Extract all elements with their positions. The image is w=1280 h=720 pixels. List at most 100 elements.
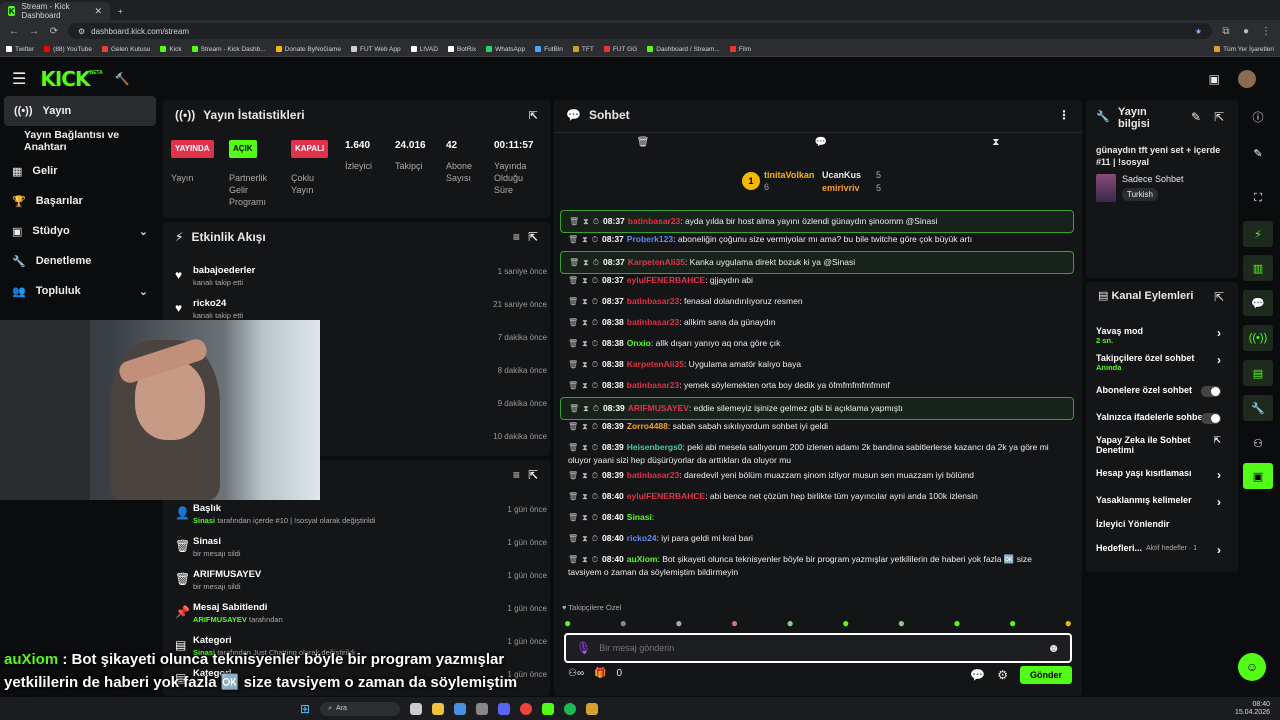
ai-moderation-row[interactable]: Yapay Zeka ile Sohbet Denetimi ⇱	[1096, 435, 1221, 455]
points-icon[interactable]: ⚇∞	[568, 668, 584, 679]
timeout-icon[interactable]: ⏱	[592, 235, 598, 244]
emotes-only-toggle[interactable]	[1201, 413, 1221, 424]
new-tab-button[interactable]: +	[110, 2, 131, 20]
bookmark-item[interactable]: FUT GG	[603, 46, 637, 53]
timeout-icon[interactable]: ⏱	[592, 360, 598, 369]
timeout-icon[interactable]: ⏱	[592, 422, 598, 431]
subs-only-row[interactable]: Abonelere özel sohbet	[1096, 385, 1221, 397]
trash-icon[interactable]: 🗑	[568, 422, 578, 431]
gear-icon[interactable]: ⚙	[997, 668, 1008, 682]
emote-icon[interactable]: ●	[1065, 616, 1072, 630]
timeout-icon[interactable]: ⏱	[593, 404, 599, 413]
emote-icon[interactable]: ●	[731, 616, 738, 630]
hourglass-icon[interactable]: ⧗	[582, 555, 588, 564]
timeout-icon[interactable]: ⏱	[592, 534, 598, 543]
message-username[interactable]: eylulFENERBAHCE	[627, 491, 705, 501]
obs-icon[interactable]	[476, 702, 489, 715]
timeout-icon[interactable]: ⏱	[592, 471, 598, 480]
emote-icon[interactable]: ●	[564, 616, 571, 630]
timeout-icon[interactable]: ⏱	[593, 217, 599, 226]
trash-icon[interactable]: 🗑	[568, 555, 578, 564]
site-info-icon[interactable]: ⚙	[78, 27, 85, 36]
emote-icon[interactable]: ●	[620, 616, 627, 630]
message-username[interactable]: batinbasar23	[627, 380, 679, 390]
emoji-icon[interactable]: ☻	[1047, 641, 1060, 655]
trash-icon[interactable]: 🗑	[568, 318, 578, 327]
emote-icon[interactable]: ●	[675, 616, 682, 630]
chat-bubble-icon[interactable]: 💬	[970, 668, 985, 682]
message-username[interactable]: batinbasar23	[627, 470, 679, 480]
sidebar-item-moderation[interactable]: 🔧 Denetleme	[0, 246, 160, 276]
trash-icon[interactable]: 🗑	[569, 258, 579, 267]
trash-icon[interactable]: 🗑	[569, 217, 579, 226]
hourglass-icon[interactable]: ⧗	[582, 381, 588, 390]
bookmark-item[interactable]: BotRix	[447, 46, 476, 53]
timeout-icon[interactable]: ⏱	[592, 492, 598, 501]
emote-icon[interactable]: ●	[842, 616, 849, 630]
hourglass-icon[interactable]: ⧗	[582, 318, 588, 327]
bookmark-item[interactable]: (88) YouTube	[44, 46, 92, 53]
chat-bubble-icon[interactable]: 💬	[1243, 290, 1273, 316]
trash-icon[interactable]: 🗑	[568, 235, 578, 244]
message-username[interactable]: KarpetenAli35	[627, 359, 684, 369]
wrench-icon[interactable]: 🔧	[1243, 395, 1273, 421]
filter-icon[interactable]: ≡	[513, 230, 520, 244]
trash-icon[interactable]: 🗑	[568, 513, 578, 522]
more-options-icon[interactable]: ⋮	[1058, 108, 1070, 122]
message-username[interactable]: auXiom	[627, 554, 658, 564]
hourglass-icon[interactable]: ⧗	[582, 276, 588, 285]
message-username[interactable]: eylulFENERBAHCE	[627, 275, 705, 285]
slow-mode-row[interactable]: Yavaş mod 2 sn. ›	[1096, 326, 1221, 345]
sidebar-item-stream[interactable]: ((•)) Yayın	[4, 96, 156, 126]
store-icon[interactable]	[454, 702, 467, 715]
message-username[interactable]: Zorro4488	[627, 421, 668, 431]
trash-icon[interactable]: 🗑	[569, 404, 579, 413]
message-username[interactable]: ricko24	[627, 533, 657, 543]
bookmark-item[interactable]: Twitter	[6, 46, 34, 53]
kick-icon[interactable]	[542, 702, 555, 715]
trash-icon[interactable]: 🗑	[568, 471, 578, 480]
timeout-icon[interactable]: ⏱	[593, 258, 599, 267]
emote-icon[interactable]: ●	[953, 616, 960, 630]
pencil-icon[interactable]: ✎	[1243, 140, 1273, 166]
bookmark-item[interactable]: Donate ByNoGame	[275, 46, 341, 53]
message-username[interactable]: ARIFMUSAYEV	[628, 403, 689, 413]
timeout-icon[interactable]: ⏱	[592, 339, 598, 348]
task-view-icon[interactable]	[410, 702, 423, 715]
hourglass-icon[interactable]: ⧗	[582, 492, 588, 501]
spotify-icon[interactable]	[564, 702, 577, 715]
sidebar-item-revenue[interactable]: ▦ Gelir	[0, 156, 160, 186]
bookmark-item[interactable]: FutBin	[535, 46, 563, 53]
bookmark-item[interactable]: Dashboard / Stream...	[647, 46, 720, 53]
message-username[interactable]: batinbasar23	[628, 216, 680, 226]
message-username[interactable]: Heisenbergs0	[627, 442, 683, 452]
hourglass-icon[interactable]: ⧗	[583, 258, 589, 267]
popout-icon[interactable]: ⇱	[528, 468, 538, 482]
trash-icon[interactable]: 🗑	[568, 276, 578, 285]
followers-only-row[interactable]: Takipçilere özel sohbet Anında ›	[1096, 353, 1221, 372]
list-icon[interactable]: ▤	[1243, 360, 1273, 386]
trash-icon[interactable]: 🗑	[568, 492, 578, 501]
trash-icon[interactable]: 🗑	[568, 443, 578, 452]
emote-icon[interactable]: ●	[787, 616, 794, 630]
sidebar-item-community[interactable]: 👥 Topluluk ⌄	[0, 276, 160, 306]
emote-icon[interactable]: ●	[1009, 616, 1016, 630]
kick-logo[interactable]: KICK	[40, 67, 90, 91]
close-tab-icon[interactable]: ✕	[94, 6, 102, 17]
avatar[interactable]	[1238, 70, 1256, 88]
emotes-only-row[interactable]: Yalnızca ifadelerle sohbet	[1096, 412, 1221, 424]
sidebar-item-achievements[interactable]: 🏆 Başarılar	[0, 186, 160, 216]
bookmark-item[interactable]: Stream - Kick Dashb...	[191, 46, 266, 53]
bookmark-item[interactable]: Film	[729, 46, 751, 53]
edit-icon[interactable]: ✎	[1191, 110, 1201, 124]
bookmark-item[interactable]: Kick	[160, 46, 182, 53]
microphone-icon[interactable]: 🎙	[576, 641, 591, 655]
profile-icon[interactable]: ●	[1240, 26, 1252, 37]
chat-input[interactable]	[599, 643, 1040, 653]
popout-icon[interactable]: ⇱	[529, 109, 538, 122]
send-button[interactable]: Gönder	[1019, 666, 1072, 684]
taskbar-clock[interactable]: 08:40 15.04.2026	[1235, 701, 1270, 717]
trash-icon[interactable]: 🗑	[568, 297, 578, 306]
windows-start-icon[interactable]: ⊞	[300, 702, 310, 716]
popout-icon[interactable]: ⇱	[1214, 110, 1224, 124]
